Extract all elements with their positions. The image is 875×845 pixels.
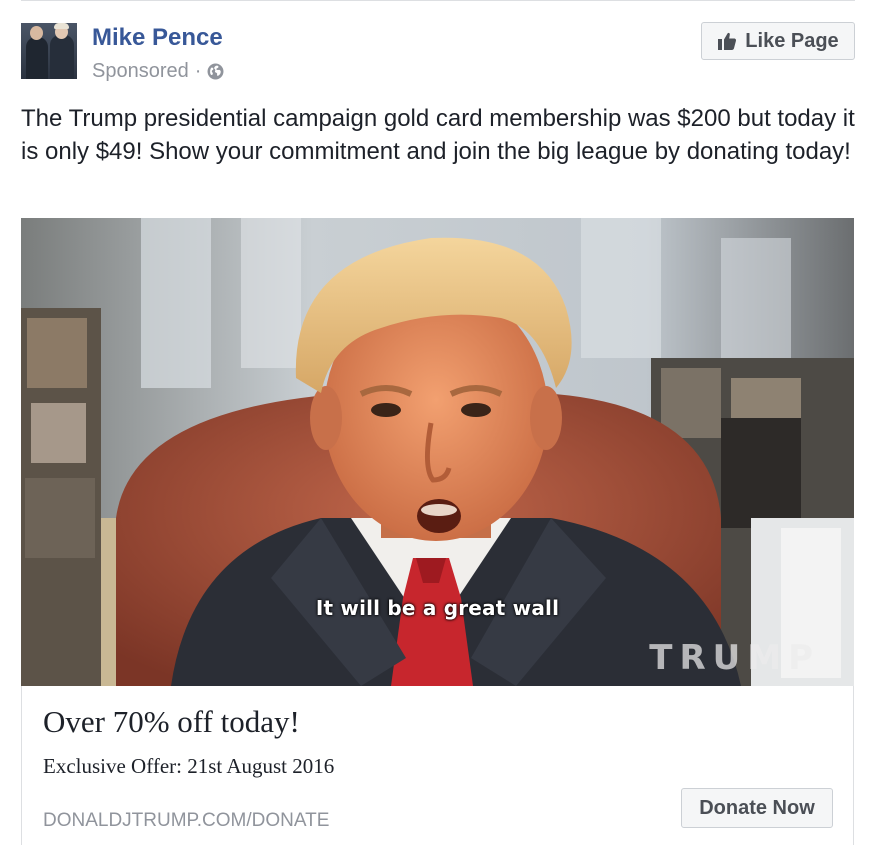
link-preview-card[interactable]: Over 70% off today! Exclusive Offer: 21s…: [21, 686, 854, 845]
feed-divider: [21, 0, 855, 1]
donate-now-button[interactable]: Donate Now: [681, 788, 833, 828]
page-avatar[interactable]: [21, 23, 77, 79]
like-page-label: Like Page: [745, 29, 839, 52]
sponsored-label[interactable]: Sponsored: [92, 60, 189, 83]
video-still[interactable]: It will be a great wall TRUMP: [21, 218, 854, 686]
link-domain: DONALDJTRUMP.COM/DONATE: [43, 810, 330, 831]
page-name-link[interactable]: Mike Pence: [92, 24, 223, 52]
meta-separator: ·: [194, 60, 202, 82]
video-caption: It will be a great wall: [315, 596, 560, 620]
post-body-text: The Trump presidential campaign gold car…: [21, 105, 855, 165]
link-headline[interactable]: Over 70% off today!: [43, 704, 300, 740]
globe-icon[interactable]: [207, 63, 224, 80]
post-meta: Sponsored ·: [92, 60, 224, 83]
video-watermark: TRUMP: [649, 638, 820, 678]
post-header: Mike Pence Sponsored · Like Page: [21, 20, 855, 82]
like-page-button[interactable]: Like Page: [701, 22, 855, 60]
link-description: Exclusive Offer: 21st August 2016: [43, 754, 335, 778]
thumbs-up-icon: [717, 31, 737, 51]
